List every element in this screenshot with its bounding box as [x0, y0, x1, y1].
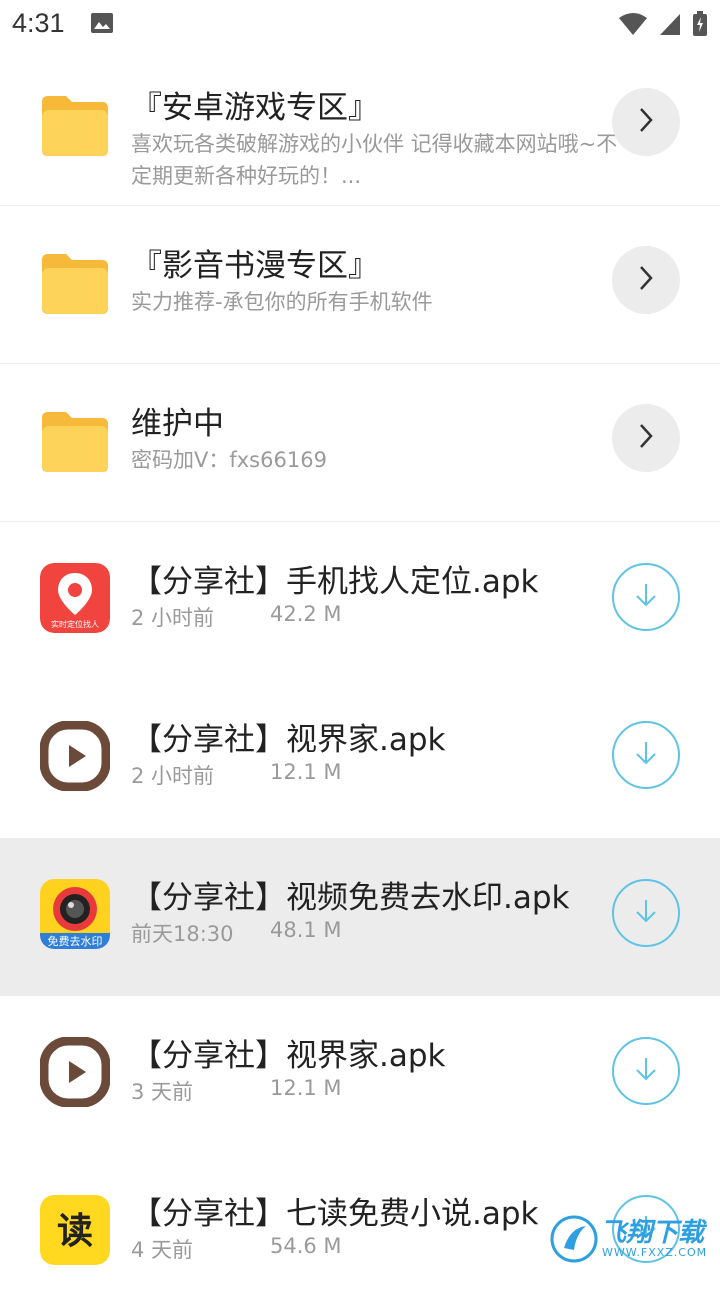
file-time: 前天18:30 — [131, 922, 234, 946]
file-row[interactable]: 【分享社】视界家.apk 3 天前 12.1 M — [0, 996, 720, 1154]
file-title: 【分享社】视频免费去水印.apk — [131, 880, 570, 916]
site-watermark: 飞翔下载 WWW.FXXZ.COM — [550, 1208, 710, 1272]
file-time: 2 小时前 — [131, 764, 215, 788]
open-folder-button[interactable] — [612, 88, 680, 156]
file-size: 42.2 M — [270, 602, 342, 626]
file-time: 3 天前 — [131, 1080, 194, 1104]
signal-icon — [658, 12, 682, 40]
folder-subtitle: 密码加V：fxs66169 — [131, 448, 327, 472]
folder-icon — [40, 248, 110, 318]
svg-text:读: 读 — [57, 1211, 93, 1252]
file-size: 12.1 M — [270, 1076, 342, 1100]
folder-title: 『影音书漫专区』 — [131, 248, 379, 284]
download-icon — [631, 1054, 661, 1088]
file-meta: 2 小时前 42.2 M — [131, 602, 342, 632]
location-app-icon: 实时定位找人 — [40, 563, 110, 633]
file-meta: 前天18:30 48.1 M — [131, 918, 342, 948]
file-size: 54.6 M — [270, 1234, 342, 1258]
svg-text:免费去水印: 免费去水印 — [48, 934, 103, 948]
file-title: 【分享社】视界家.apk — [131, 1038, 446, 1074]
camera-app-icon: 免费去水印 — [40, 879, 110, 949]
download-button[interactable] — [612, 1037, 680, 1105]
file-row[interactable]: 实时定位找人 【分享社】手机找人定位.apk 2 小时前 42.2 M — [0, 522, 720, 680]
image-notification-icon — [90, 12, 114, 38]
wifi-icon — [618, 12, 648, 40]
status-time: 4:31 — [12, 8, 65, 38]
file-meta: 2 小时前 12.1 M — [131, 760, 342, 790]
file-row[interactable]: 免费去水印 【分享社】视频免费去水印.apk 前天18:30 48.1 M — [0, 838, 720, 996]
download-icon — [631, 580, 661, 614]
status-bar: 4:31 — [0, 0, 720, 48]
file-list: 『安卓游戏专区』 喜欢玩各类破解游戏的小伙伴 记得收藏本网站哦~不定期更新各种好… — [0, 48, 720, 1312]
folder-icon — [40, 90, 110, 160]
svg-text:实时定位找人: 实时定位找人 — [51, 619, 99, 629]
chevron-right-icon — [636, 263, 656, 297]
file-title: 【分享社】七读免费小说.apk — [131, 1196, 539, 1232]
folder-row[interactable]: 『安卓游戏专区』 喜欢玩各类破解游戏的小伙伴 记得收藏本网站哦~不定期更新各种好… — [0, 48, 720, 206]
file-meta: 3 天前 12.1 M — [131, 1076, 342, 1106]
folder-subtitle: 喜欢玩各类破解游戏的小伙伴 记得收藏本网站哦~不定期更新各种好玩的！... — [131, 132, 618, 188]
play-app-icon — [40, 1037, 110, 1107]
file-row[interactable]: 【分享社】视界家.apk 2 小时前 12.1 M — [0, 680, 720, 838]
watermark-text: 飞翔下载 — [600, 1218, 705, 1248]
download-icon — [631, 738, 661, 772]
folder-title: 维护中 — [131, 406, 224, 442]
folder-row[interactable]: 『影音书漫专区』 实力推荐-承包你的所有手机软件 — [0, 206, 720, 364]
chevron-right-icon — [636, 421, 656, 455]
download-button[interactable] — [612, 879, 680, 947]
file-size: 12.1 M — [270, 760, 342, 784]
file-time: 4 天前 — [131, 1238, 194, 1262]
chevron-right-icon — [636, 105, 656, 139]
file-title: 【分享社】手机找人定位.apk — [131, 564, 539, 600]
download-button[interactable] — [612, 721, 680, 789]
folder-subtitle: 实力推荐-承包你的所有手机软件 — [131, 290, 433, 314]
folder-title: 『安卓游戏专区』 — [131, 90, 379, 126]
watermark-url: WWW.FXXZ.COM — [602, 1246, 708, 1259]
file-meta: 4 天前 54.6 M — [131, 1234, 342, 1264]
download-button[interactable] — [612, 563, 680, 631]
battery-icon — [692, 11, 708, 41]
open-folder-button[interactable] — [612, 246, 680, 314]
read-app-icon: 读 — [40, 1195, 110, 1265]
download-icon — [631, 896, 661, 930]
play-app-icon — [40, 721, 110, 791]
file-time: 2 小时前 — [131, 606, 215, 630]
folder-icon — [40, 406, 110, 476]
folder-row[interactable]: 维护中 密码加V：fxs66169 — [0, 364, 720, 522]
open-folder-button[interactable] — [612, 404, 680, 472]
watermark-logo-icon — [550, 1210, 598, 1272]
file-title: 【分享社】视界家.apk — [131, 722, 446, 758]
file-size: 48.1 M — [270, 918, 342, 942]
